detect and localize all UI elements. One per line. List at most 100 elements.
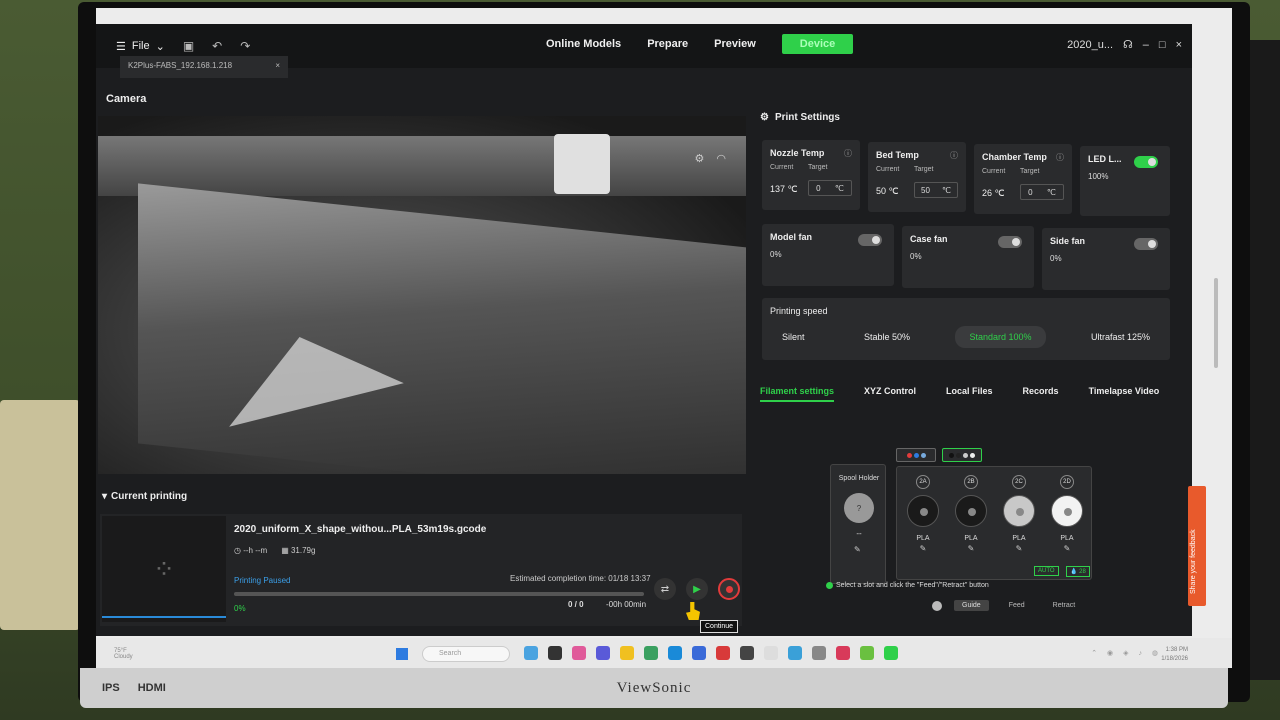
feed-button[interactable]: Feed <box>1001 600 1033 611</box>
speed-option[interactable]: Standard 100% <box>955 326 1046 348</box>
windows-start-icon[interactable] <box>396 648 408 660</box>
chrome-icon[interactable] <box>788 646 802 660</box>
filament-slot[interactable]: 2C PLA ✎ <box>999 475 1039 553</box>
tab-device[interactable]: Device <box>781 34 854 54</box>
minimize-button[interactable]: – <box>1143 39 1149 51</box>
model-fan-toggle[interactable] <box>858 234 882 246</box>
device-tab[interactable]: K2Plus-FABS_192.168.1.218 × <box>120 56 288 78</box>
youtube-icon[interactable] <box>716 646 730 660</box>
creality-print-icon[interactable] <box>884 646 898 660</box>
taskbar-clock[interactable]: 1:38 PM 1/18/2026 <box>1161 646 1188 664</box>
office-icon[interactable] <box>836 646 850 660</box>
taskbar-search[interactable]: Search <box>422 646 510 662</box>
tab-prepare[interactable]: Prepare <box>647 38 688 50</box>
speed-option[interactable]: Stable 50% <box>850 326 924 348</box>
weather-widget[interactable]: 75°F Cloudy <box>114 648 133 660</box>
device-tab-close-icon[interactable]: × <box>275 61 280 73</box>
app-icon[interactable] <box>812 646 826 660</box>
edit-icon[interactable]: ✎ <box>854 545 861 554</box>
cfs-chip-1[interactable] <box>896 448 936 462</box>
second-monitor-edge <box>1250 40 1280 680</box>
model-fan-title: Model fan <box>770 232 812 242</box>
maximize-button[interactable]: □ <box>1159 39 1166 51</box>
account-name[interactable]: 2020_u... <box>1067 39 1113 51</box>
cfs-slots: 2A PLA ✎ 2B PLA ✎ 2C PLA ✎ 2D PLA ✎ <box>896 466 1092 580</box>
slot-material: PLA <box>1012 535 1026 542</box>
tab-local-files[interactable]: Local Files <box>946 386 993 402</box>
close-button[interactable]: × <box>1176 39 1182 51</box>
edge-icon[interactable] <box>668 646 682 660</box>
cfs-selector <box>896 448 982 462</box>
nozzle-target-value: 0 <box>816 183 821 193</box>
copilot-icon[interactable] <box>572 646 586 660</box>
speed-option[interactable]: Silent <box>768 326 819 348</box>
tab-xyz-control[interactable]: XYZ Control <box>864 386 916 402</box>
file-explorer-icon[interactable] <box>620 646 634 660</box>
nozzle-target-input[interactable]: 0 ℃ <box>808 180 852 196</box>
guide-button[interactable]: Guide <box>954 600 989 611</box>
headset-icon[interactable]: ☊ <box>1123 38 1133 51</box>
case-fan-toggle[interactable] <box>998 236 1022 248</box>
spool-holder[interactable]: Spool Holder ? -- ✎ <box>830 464 886 584</box>
tab-online-models[interactable]: Online Models <box>546 38 621 50</box>
slot-id: 2B <box>964 475 978 489</box>
side-fan-toggle[interactable] <box>1134 238 1158 250</box>
gcode-filename: 2020_uniform_X_shape_withou...PLA_53m19s… <box>234 524 487 535</box>
file-menu[interactable]: ☰ File ⌄ <box>96 40 165 53</box>
led-title: LED L... <box>1088 154 1122 164</box>
wifi-icon[interactable]: ◠ <box>716 152 726 165</box>
nozzle-current-label: Current <box>770 164 794 171</box>
filament-slot[interactable]: 2D PLA ✎ <box>1047 475 1087 553</box>
feedback-label: Share your feedback <box>1190 529 1197 594</box>
edit-icon[interactable]: ✎ <box>903 544 943 553</box>
bed-temp-title: Bed Temp <box>876 150 919 160</box>
notepad-icon[interactable] <box>764 646 778 660</box>
info-icon[interactable]: ⓘ <box>950 150 958 161</box>
tab-preview[interactable]: Preview <box>714 38 756 50</box>
filament-slot[interactable]: 2A PLA ✎ <box>903 475 943 553</box>
nozzle-current-value: 137 ℃ <box>770 184 798 194</box>
swap-icon[interactable]: ⇄ <box>654 578 676 600</box>
chamber-temp-card: Chamber Temp ⓘ Current Target 26 ℃ 0 ℃ <box>974 144 1072 214</box>
stop-button[interactable] <box>718 578 740 600</box>
current-printing-header[interactable]: ▾ Current printing <box>96 486 746 506</box>
steam-icon[interactable] <box>740 646 754 660</box>
tab-filament-settings[interactable]: Filament settings <box>760 386 835 402</box>
toggle-dot-icon[interactable] <box>932 600 942 611</box>
scrollbar[interactable] <box>1214 278 1218 368</box>
bed-current-label: Current <box>876 166 900 173</box>
task-view-icon[interactable] <box>548 646 562 660</box>
store-icon[interactable] <box>644 646 658 660</box>
widgets-icon[interactable] <box>524 646 538 660</box>
undo-icon[interactable]: ↶ <box>212 39 222 53</box>
system-tray-icons[interactable]: ⌃ ◉ ◈ ♪ ◍ <box>1091 649 1162 657</box>
weight-value: 31.79g <box>290 546 316 555</box>
info-icon[interactable]: ⓘ <box>1056 152 1064 163</box>
redo-icon[interactable]: ↷ <box>240 39 250 53</box>
device-tab-label: K2Plus-FABS_192.168.1.218 <box>128 61 233 70</box>
info-icon[interactable]: ⓘ <box>844 148 852 159</box>
settings-icon[interactable]: ⚙ <box>695 152 705 165</box>
monitor-bezel: IPS HDMI ViewSonic <box>80 668 1228 708</box>
tab-timelapse-video[interactable]: Timelapse Video <box>1089 386 1160 402</box>
filament-slot[interactable]: 2B PLA ✎ <box>951 475 991 553</box>
edit-icon[interactable]: ✎ <box>951 544 991 553</box>
chamber-target-input[interactable]: 0 ℃ <box>1020 184 1064 200</box>
retract-button[interactable]: Retract <box>1045 600 1084 611</box>
play-button[interactable]: ▶ <box>686 578 708 600</box>
bed-target-input[interactable]: 50 ℃ <box>914 182 958 198</box>
app-icon[interactable] <box>860 646 874 660</box>
filament-buttons: Guide Feed Retract <box>932 600 1083 611</box>
cfs-chip-2[interactable] <box>942 448 982 462</box>
save-icon[interactable]: ▣ <box>183 39 194 53</box>
slot-material: PLA <box>1060 535 1074 542</box>
speed-option[interactable]: Ultrafast 125% <box>1077 326 1164 348</box>
tab-records[interactable]: Records <box>1023 386 1059 402</box>
teams-icon[interactable] <box>596 646 610 660</box>
led-toggle[interactable] <box>1134 156 1158 168</box>
edit-icon[interactable]: ✎ <box>1047 544 1087 553</box>
feedback-tab[interactable]: Share your feedback <box>1188 486 1206 606</box>
app-icon[interactable] <box>692 646 706 660</box>
side-fan-card: Side fan 0% <box>1042 228 1170 290</box>
edit-icon[interactable]: ✎ <box>999 544 1039 553</box>
